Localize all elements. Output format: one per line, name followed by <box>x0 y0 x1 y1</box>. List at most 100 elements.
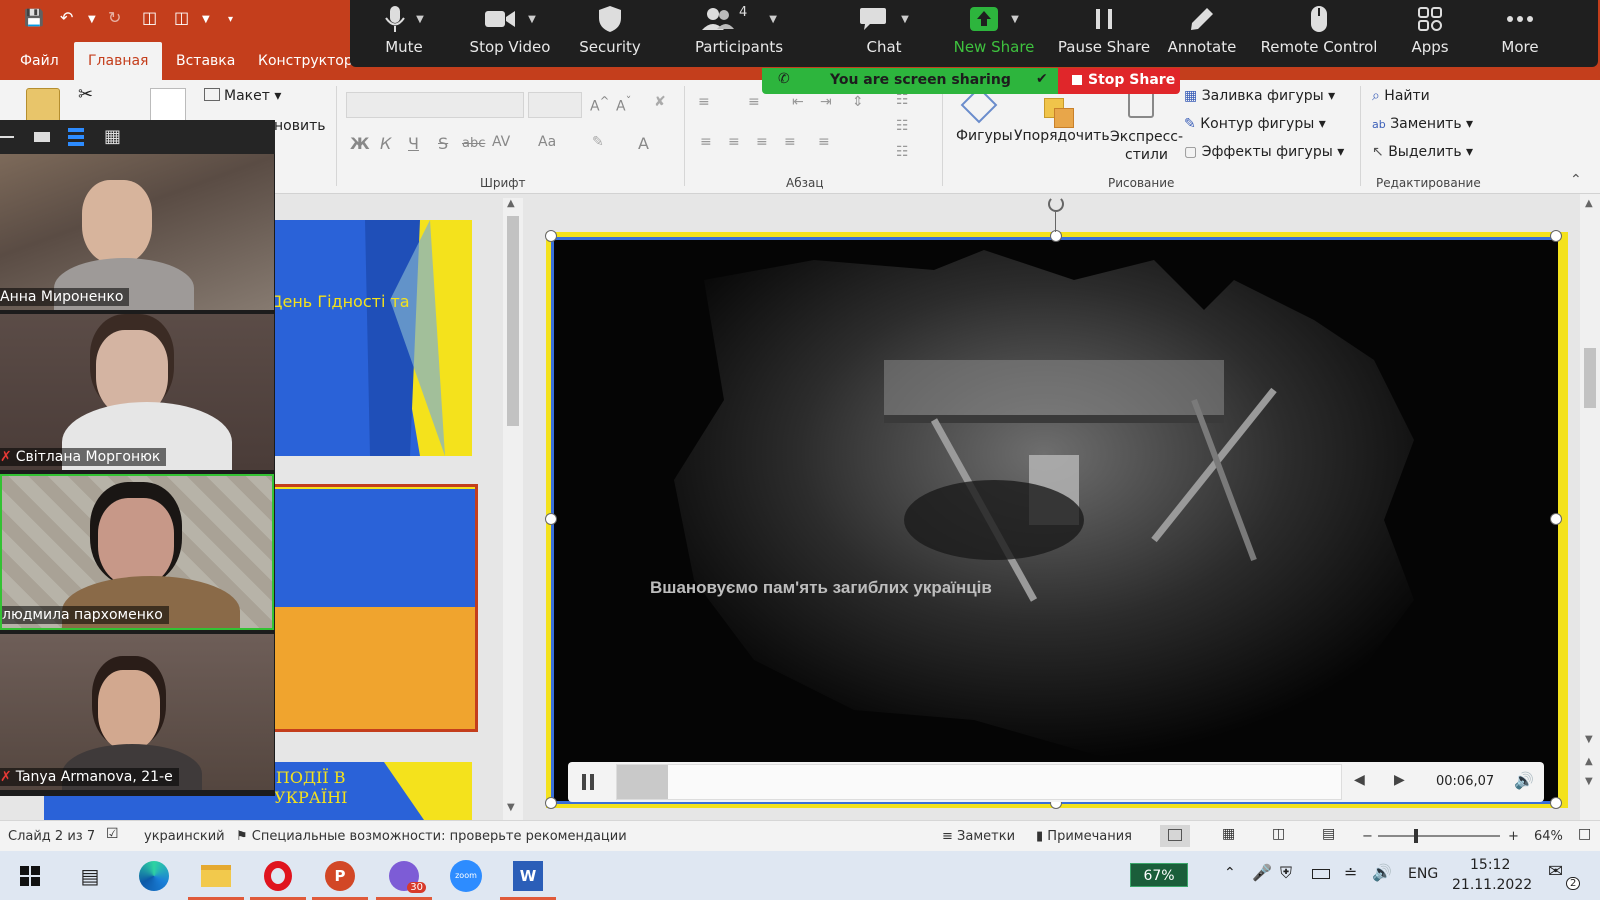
file-explorer-icon[interactable] <box>198 859 234 893</box>
arrange-button[interactable]: Упорядочить <box>1014 84 1110 156</box>
resize-handle-left[interactable] <box>545 513 557 525</box>
layout-icon[interactable]: ◫ <box>174 8 189 27</box>
slide-thumbnail-1[interactable]: День Гідності та <box>270 220 472 456</box>
stop-share-button[interactable]: Stop Share <box>1058 68 1180 94</box>
resize-handle-top-left[interactable] <box>545 230 557 242</box>
comments-button[interactable]: ▮ Примечания <box>1036 829 1132 844</box>
layout-dropdown-icon[interactable]: ▼ <box>202 14 210 25</box>
participant-tile-3-active-speaker[interactable]: людмила пархоменко <box>0 474 274 630</box>
security-tray-icon[interactable]: ⛨ <box>1280 863 1292 883</box>
participant-tile-2[interactable]: ✗ Світлана Моргонюк <box>0 314 274 470</box>
word-icon[interactable]: W <box>510 859 546 893</box>
strikethrough-button[interactable]: abc <box>462 136 485 151</box>
resize-handle-top-right[interactable] <box>1550 230 1562 242</box>
scroll-thumb[interactable] <box>507 216 519 426</box>
thumbnails-scrollbar[interactable]: ▲ ▼ <box>503 198 523 820</box>
highlight-icon[interactable]: ✎ <box>592 134 604 150</box>
tab-design[interactable]: Конструктор <box>244 42 367 80</box>
select-button[interactable]: ↖ Выделить ▾ <box>1372 144 1473 160</box>
new-slide-button[interactable] <box>150 88 186 122</box>
battery-icon[interactable] <box>1312 869 1330 879</box>
increase-font-icon[interactable]: A^ <box>590 94 609 115</box>
shapes-button[interactable]: Фигуры <box>952 86 1013 152</box>
slide-thumbnail-2-selected[interactable] <box>270 484 478 732</box>
zoom-app-icon[interactable]: zoom <box>448 859 484 893</box>
language-indicator[interactable]: украинский <box>144 829 225 844</box>
clear-format-icon[interactable]: ✘ <box>654 94 666 110</box>
canvas-scrollbar[interactable]: ▲ ▼ ▲ ▼ <box>1580 194 1600 820</box>
font-name-combo[interactable] <box>346 92 524 118</box>
tab-insert[interactable]: Вставка <box>162 42 249 80</box>
speaker-icon[interactable]: 🔊 <box>1372 863 1392 882</box>
align-text-icon[interactable]: ☷ <box>896 118 909 134</box>
next-slide-icon[interactable]: ▼ <box>1585 776 1593 787</box>
volume-icon[interactable]: 🔊 <box>1514 771 1534 790</box>
show-hidden-icons[interactable]: ⌃ <box>1224 865 1236 881</box>
replace-button[interactable]: ab Заменить ▾ <box>1372 116 1473 132</box>
participant-tile-4[interactable]: ✗ Tanya Armanova, 21-е <box>0 634 274 790</box>
rotate-handle[interactable] <box>1048 196 1064 212</box>
undo-icon[interactable]: ↶ <box>60 8 73 27</box>
italic-button[interactable]: К <box>380 134 391 153</box>
video-dropdown-icon[interactable]: ▼ <box>528 14 536 25</box>
share-dropdown-icon[interactable]: ▼ <box>1011 14 1019 25</box>
more-button[interactable]: More <box>1490 0 1550 67</box>
wifi-icon[interactable]: ≐ <box>1344 863 1357 882</box>
undo-dropdown-icon[interactable]: ▼ <box>88 14 96 25</box>
shape-effects-button[interactable]: ▢ Эффекты фигуры ▾ <box>1184 144 1344 160</box>
zoom-level[interactable]: 64% <box>1534 829 1563 844</box>
start-slideshow-icon[interactable]: ◫ <box>142 8 157 27</box>
zoom-in-button[interactable]: + <box>1508 829 1519 844</box>
save-icon[interactable]: 💾 <box>24 8 44 27</box>
mute-dropdown-icon[interactable]: ▼ <box>416 14 424 25</box>
bullets-icon[interactable]: ≡ <box>698 94 710 110</box>
columns-icon[interactable]: ≡ <box>818 134 830 150</box>
smartart-icon[interactable]: ☷ <box>896 144 909 160</box>
pause-button[interactable] <box>582 774 596 790</box>
scroll-down-icon[interactable]: ▼ <box>1585 734 1593 745</box>
zoom-slider[interactable] <box>1378 829 1500 843</box>
mute-button[interactable]: ▼ Mute <box>364 0 444 67</box>
resize-handle-bottom-right[interactable] <box>1550 797 1562 809</box>
customize-qat-icon[interactable]: ▾ <box>228 14 233 25</box>
find-button[interactable]: ⌕ Найти <box>1372 88 1430 104</box>
font-size-combo[interactable] <box>528 92 582 118</box>
scroll-up-icon[interactable]: ▲ <box>1585 198 1593 209</box>
character-spacing-button[interactable]: AV <box>492 134 510 150</box>
step-forward-icon[interactable]: ▶ <box>1394 772 1405 788</box>
notification-center-icon[interactable]: ✉ <box>1548 861 1563 882</box>
security-button[interactable]: Security <box>572 0 648 67</box>
shape-fill-button[interactable]: ▦ Заливка фигуры ▾ <box>1184 88 1335 104</box>
annotate-button[interactable]: Annotate <box>1162 0 1242 67</box>
quick-styles-button[interactable]: Экспресс- стили <box>1108 90 1183 166</box>
video-frame[interactable]: Вшановуємо пам'ять загиблих українців <box>551 237 1562 804</box>
zoom-slider-thumb[interactable] <box>1414 829 1418 843</box>
shadow-button[interactable]: S <box>438 134 448 153</box>
scroll-thumb[interactable] <box>1584 348 1596 408</box>
powerpoint-icon[interactable]: P <box>322 859 358 893</box>
font-color-button[interactable]: A <box>638 134 649 153</box>
collapse-ribbon-icon[interactable]: ⌃ <box>1570 172 1582 188</box>
start-button[interactable] <box>12 859 48 893</box>
zoom-out-button[interactable]: − <box>1362 829 1373 844</box>
tab-home[interactable]: Главная <box>74 42 163 80</box>
increase-indent-icon[interactable]: ⇥ <box>820 94 832 110</box>
viber-icon[interactable]: 30 <box>386 859 426 893</box>
participant-tile-1[interactable]: Анна Мироненко <box>0 154 274 310</box>
fit-slide-icon[interactable]: □ <box>1578 826 1591 842</box>
remote-control-button[interactable]: Remote Control <box>1254 0 1384 67</box>
resize-handle-top[interactable] <box>1050 230 1062 242</box>
microphone-tray-icon[interactable]: 🎤 <box>1252 863 1272 882</box>
single-view-icon[interactable] <box>34 132 50 142</box>
participants-button[interactable]: 4 ▼ Participants <box>674 0 804 67</box>
align-left-icon[interactable]: ≡ <box>700 134 712 150</box>
grid-view-icon[interactable]: ▦ <box>104 126 121 147</box>
previous-slide-icon[interactable]: ▲ <box>1585 756 1593 767</box>
chat-button[interactable]: ▼ Chat <box>836 0 932 67</box>
accessibility-status[interactable]: ⚑ Специальные возможности: проверьте рек… <box>236 829 627 844</box>
apps-button[interactable]: Apps <box>1400 0 1460 67</box>
align-center-icon[interactable]: ≡ <box>728 134 740 150</box>
scroll-down-icon[interactable]: ▼ <box>507 802 515 813</box>
opera-icon[interactable] <box>260 859 296 893</box>
redo-icon[interactable]: ↻ <box>108 8 121 27</box>
